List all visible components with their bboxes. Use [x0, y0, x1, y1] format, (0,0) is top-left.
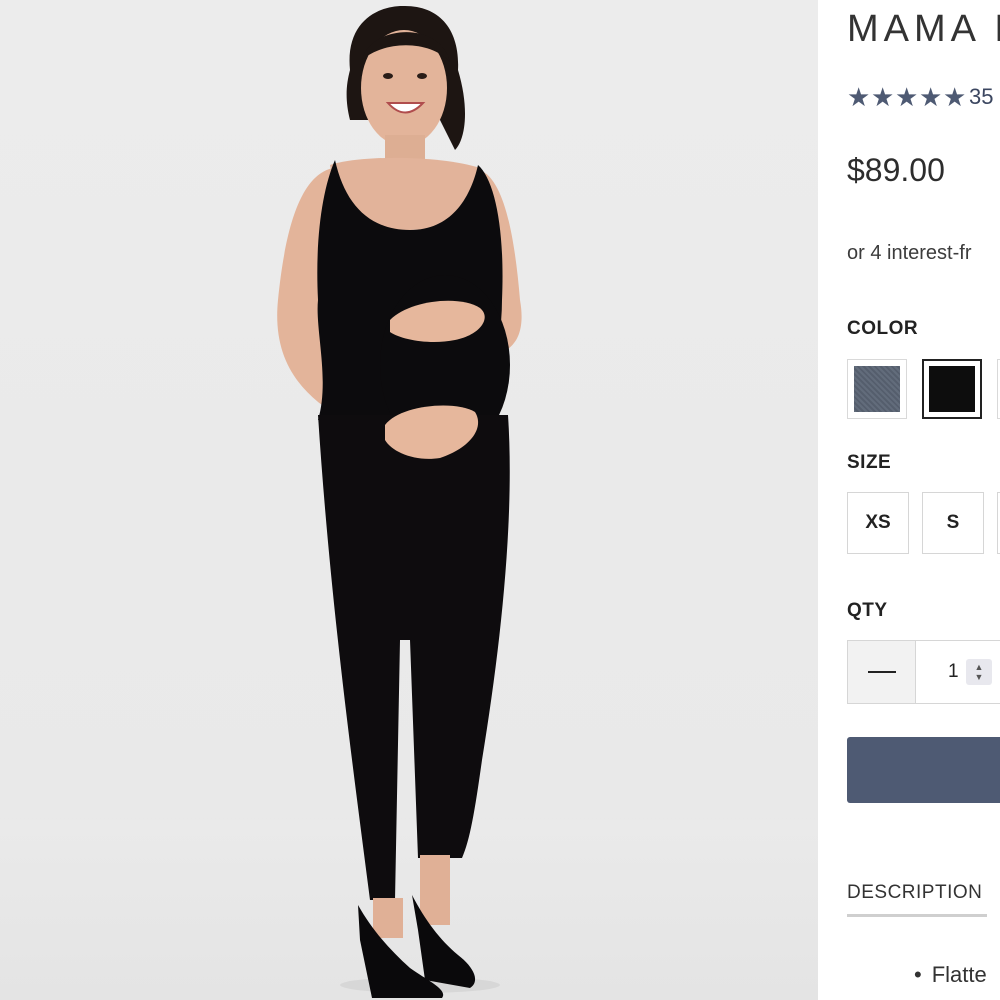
add-to-cart-button[interactable] [847, 737, 1000, 803]
rating-summary[interactable]: ★ ★ ★ ★ ★ 35 [847, 84, 993, 110]
star-icon: ★ [895, 82, 919, 112]
product-price: $89.00 [847, 152, 945, 188]
color-swatch-black[interactable] [922, 359, 982, 419]
model-illustration [277, 5, 522, 998]
star-icon: ★ [919, 82, 943, 112]
quantity-stepper: 1 ▲ ▼ [847, 640, 1000, 704]
chevron-down-icon: ▼ [974, 672, 984, 682]
description-bullet: Flatte [914, 962, 987, 988]
size-label: SIZE [847, 452, 892, 473]
minus-icon [867, 671, 896, 673]
star-icon: ★ [943, 82, 967, 112]
star-rating: ★ ★ ★ ★ ★ [847, 82, 967, 112]
installment-message: or 4 interest-fr [847, 242, 972, 264]
product-info-panel: MAMA M ★ ★ ★ ★ ★ 35 $89.00 or 4 interest… [818, 0, 1000, 1000]
quantity-spinner[interactable]: ▲ ▼ [966, 659, 992, 685]
quantity-input[interactable]: 1 [948, 661, 959, 683]
qty-label: QTY [847, 600, 888, 621]
star-icon: ★ [871, 82, 895, 112]
color-label: COLOR [847, 318, 919, 339]
chevron-up-icon: ▲ [974, 662, 984, 672]
product-photo [0, 0, 818, 1000]
tab-description[interactable]: DESCRIPTION [847, 882, 987, 917]
swatch-fill [929, 366, 975, 412]
star-icon: ★ [847, 82, 871, 112]
swatch-fill [854, 366, 900, 412]
review-count-link[interactable]: 35 [969, 84, 993, 110]
size-option-s[interactable]: S [922, 492, 984, 554]
decrement-button[interactable] [848, 641, 916, 703]
color-swatch-heather-grey[interactable] [847, 359, 907, 419]
product-title: MAMA M [847, 8, 1000, 50]
size-option-xs[interactable]: XS [847, 492, 909, 554]
